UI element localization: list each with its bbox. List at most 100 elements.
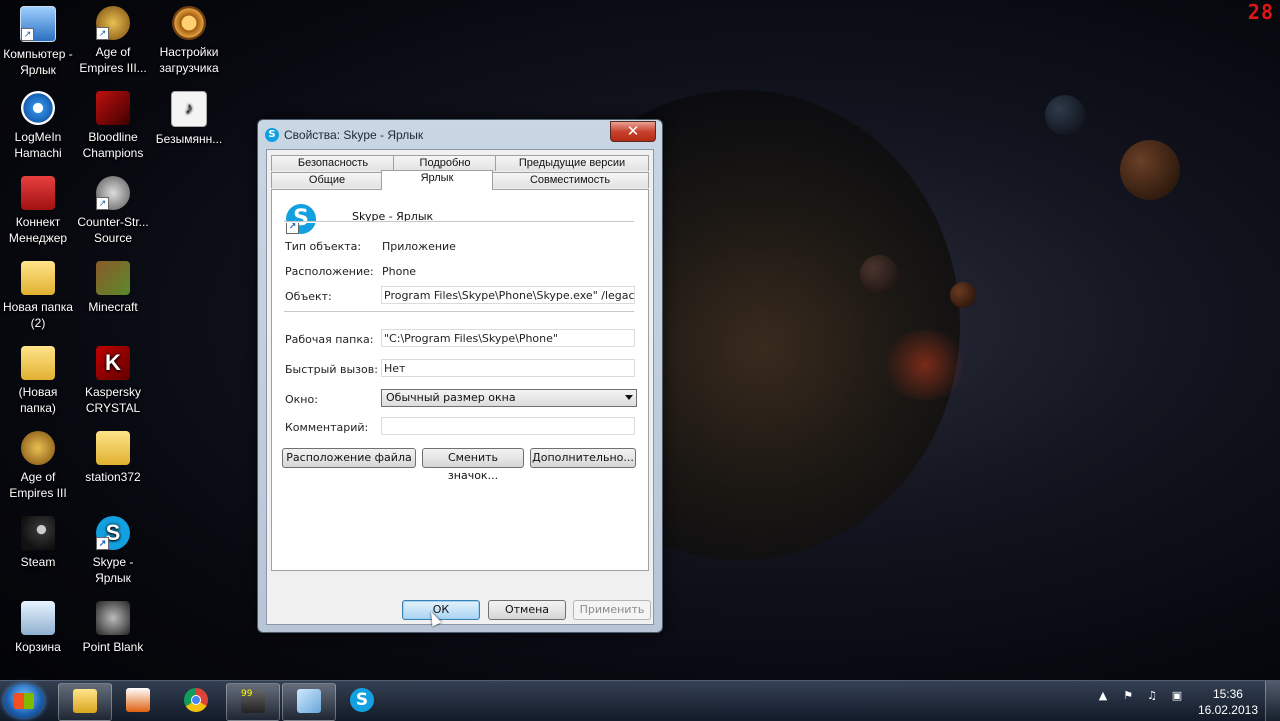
action-center-flag-icon[interactable]: ⚑ <box>1121 689 1135 703</box>
desktop-icon-point-blank[interactable]: Point Blank <box>75 597 151 655</box>
target-label: Объект: <box>285 290 332 303</box>
desktop-icon-steam[interactable]: Steam <box>0 512 76 570</box>
desktop-icon-label: LogMeIn Hamachi <box>14 130 62 160</box>
type-label: Тип объекта: <box>285 240 362 253</box>
dialog-titlebar[interactable]: S Свойства: Skype - Ярлык ✕ <box>258 120 662 148</box>
wallpaper-glow <box>880 330 970 400</box>
separator <box>284 311 634 313</box>
desktop-icon-label: Bloodline Champions <box>82 130 144 160</box>
kaspersky-icon: K <box>96 346 130 380</box>
desktop-icon-label: station372 <box>85 470 141 484</box>
volume-icon[interactable]: ♫ <box>1145 689 1159 703</box>
steam-icon <box>21 516 55 550</box>
startin-label: Рабочая папка: <box>285 333 374 346</box>
desktop-icon-station372[interactable]: station372 <box>75 427 151 485</box>
desktop-icon-wma-file[interactable]: ♪ Безымянн... <box>151 87 227 147</box>
recording-counter: 28 <box>1247 0 1274 24</box>
desktop-icon-kaspersky[interactable]: K Kaspersky CRYSTAL <box>75 342 151 416</box>
taskbar-chrome[interactable] <box>170 683 222 719</box>
run-select-value: Обычный размер окна <box>386 391 516 404</box>
folder-icon <box>21 261 55 295</box>
startin-input[interactable]: "C:\Program Files\Skype\Phone" <box>381 329 635 347</box>
location-value: Phone <box>382 265 417 278</box>
age-of-empires-icon <box>21 431 55 465</box>
comment-label: Комментарий: <box>285 421 369 434</box>
show-desktop-button[interactable] <box>1265 681 1280 721</box>
desktop-icon-bloodline[interactable]: Bloodline Champions <box>75 87 151 161</box>
taskbar-bandicam[interactable]: 99 <box>226 683 280 721</box>
skype-icon: S <box>350 688 374 712</box>
folder-icon <box>73 689 97 713</box>
cancel-button[interactable]: Отмена <box>488 600 566 620</box>
ok-button[interactable]: ОК <box>402 600 480 620</box>
desktop-icon-recycle-bin[interactable]: Корзина <box>0 597 76 655</box>
desktop-icon-label: Age of Empires III... <box>79 45 147 75</box>
computer-icon: ↗ <box>20 6 56 42</box>
tab-shortcut[interactable]: Ярлык <box>381 170 493 190</box>
taskbar-clock[interactable]: 15:36 16.02.2013 <box>1198 686 1258 718</box>
desktop-icon-label: Age of Empires III <box>9 470 67 500</box>
tab-details[interactable]: Подробно <box>393 155 497 171</box>
tab-previous-versions[interactable]: Предыдущие версии <box>495 155 649 171</box>
minecraft-icon <box>96 261 130 295</box>
hamachi-icon <box>21 91 55 125</box>
close-button[interactable]: ✕ <box>610 121 656 142</box>
wallpaper-moon <box>1045 95 1085 135</box>
location-label: Расположение: <box>285 265 374 278</box>
connect-manager-icon <box>21 176 55 210</box>
open-file-location-button[interactable]: Расположение файла <box>282 448 416 468</box>
point-blank-icon <box>96 601 130 635</box>
taskbar-window[interactable] <box>282 683 336 721</box>
bloodline-icon <box>96 91 130 125</box>
shortcut-tab-panel: S ↗ Skype - Ярлык Тип объекта: Приложение… <box>271 189 649 571</box>
desktop-icon-label: Безымянн... <box>155 132 223 146</box>
change-icon-button[interactable]: Сменить значок... <box>422 448 524 482</box>
desktop-icon-label: Настройки загрузчика <box>159 45 219 75</box>
desktop-icon-skype[interactable]: S ↗ Skype - Ярлык <box>75 512 151 586</box>
desktop-icon-label: Компьютер - Ярлык <box>3 47 73 77</box>
desktop-icon-minecraft[interactable]: Minecraft <box>75 257 151 315</box>
network-icon[interactable]: ▣ <box>1170 689 1184 703</box>
skype-icon: S ↗ <box>96 516 130 550</box>
desktop-icon-new-folder-2[interactable]: Новая папка (2) <box>0 257 76 331</box>
desktop-icon-label: Корзина <box>15 640 61 654</box>
desktop-icon-loader-settings[interactable]: Настройки загрузчика <box>151 2 227 76</box>
advanced-button[interactable]: Дополнительно... <box>530 448 636 468</box>
desktop-icon-new-folder[interactable]: (Новая папка) <box>0 342 76 416</box>
windows-logo-icon <box>14 693 34 709</box>
desktop-icon-aoe3-shortcut[interactable]: ↗ Age of Empires III... <box>75 2 151 76</box>
folder-icon <box>96 431 130 465</box>
desktop-icon-hamachi[interactable]: LogMeIn Hamachi <box>0 87 76 161</box>
desktop-icon-aoe3[interactable]: Age of Empires III <box>0 427 76 501</box>
chevron-down-icon <box>625 395 633 400</box>
folder-icon <box>21 346 55 380</box>
taskbar-explorer[interactable] <box>58 683 112 721</box>
desktop-icon-label: Minecraft <box>88 300 138 314</box>
media-player-icon <box>126 688 150 712</box>
separator <box>284 221 634 223</box>
target-input[interactable]: Program Files\Skype\Phone\Skype.exe" /le… <box>381 286 635 304</box>
apply-button[interactable]: Применить <box>573 600 651 620</box>
tab-compatibility[interactable]: Совместимость <box>491 172 649 188</box>
clock-time: 15:36 <box>1212 687 1243 701</box>
taskbar-skype[interactable]: S <box>336 683 388 719</box>
show-hidden-icons-icon[interactable]: ▲ <box>1096 689 1110 703</box>
desktop-icon-counter-strike[interactable]: ↗ Counter-Str... Source <box>75 172 151 246</box>
hotkey-input[interactable]: Нет <box>381 359 635 377</box>
wallpaper-moon <box>1120 140 1180 200</box>
start-button[interactable] <box>4 684 44 718</box>
desktop-icon-label: Point Blank <box>82 640 144 654</box>
run-select[interactable]: Обычный размер окна <box>381 389 637 407</box>
tab-general[interactable]: Общие <box>271 172 383 188</box>
taskbar-media-player[interactable] <box>112 683 164 719</box>
dialog-title: Свойства: Skype - Ярлык <box>284 128 424 142</box>
recycle-bin-icon <box>21 601 55 635</box>
properties-dialog: S Свойства: Skype - Ярлык ✕ Безопасность… <box>257 119 663 633</box>
desktop-icon-label: Коннект Менеджер <box>8 215 68 245</box>
wallpaper-moon <box>860 255 898 293</box>
desktop-icon-computer[interactable]: ↗ Компьютер - Ярлык <box>0 2 76 78</box>
tab-security[interactable]: Безопасность <box>271 155 395 171</box>
comment-input[interactable] <box>381 417 635 435</box>
dialog-client: Безопасность Подробно Предыдущие версии … <box>266 149 654 625</box>
desktop-icon-connect-manager[interactable]: Коннект Менеджер <box>0 172 76 246</box>
